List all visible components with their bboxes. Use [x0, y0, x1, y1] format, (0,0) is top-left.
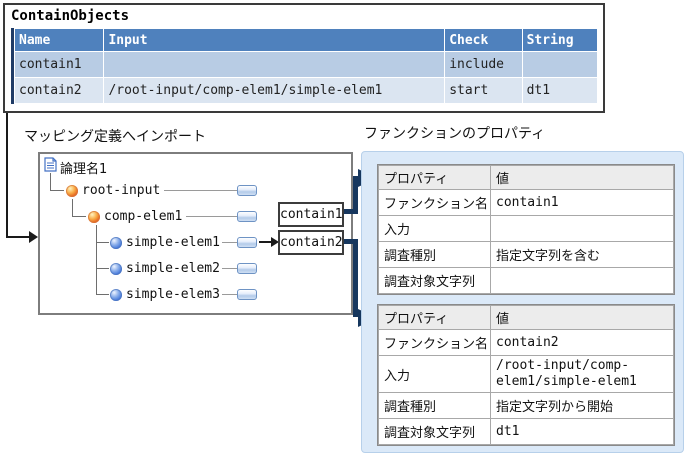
node-handle-line [222, 294, 237, 295]
property-value [490, 267, 674, 294]
tree-connector [96, 242, 109, 243]
property-row: 入力 /root-input/comp-elem1/simple-elem1 [378, 355, 674, 393]
property-name: 調査種別 [378, 241, 491, 268]
tree-node-simple-elem3: simple-elem3 [126, 287, 220, 302]
mapping-handle-icon [237, 289, 257, 300]
property-name: ファンクション名 [378, 329, 491, 356]
table-row: contain1 include [15, 52, 597, 77]
simple-element-icon [110, 237, 122, 249]
tree-connector [72, 216, 86, 217]
function-box-contain1: contain1 [278, 202, 344, 227]
mapping-handle-icon [237, 263, 257, 274]
tree-connector [50, 173, 51, 191]
property-value [490, 215, 674, 242]
column-header-name: Name [15, 29, 104, 51]
property-value: dt1 [490, 418, 674, 445]
property-table-contain2: プロパティ 値 ファンクション名 contain2 入力 /root-input… [378, 305, 674, 445]
mapping-handle-icon [237, 237, 257, 248]
property-name: ファンクション名 [378, 189, 491, 216]
column-header-string: String [522, 29, 597, 51]
connector-table-to-tree-horizontal [6, 236, 30, 238]
property-row: ファンクション名 contain2 [378, 329, 674, 356]
value-col-header: 値 [490, 305, 674, 330]
table-row: contain2 /root-input/comp-elem1/simple-e… [15, 78, 597, 103]
arrowhead-into-tree-icon [29, 231, 38, 243]
tree-node-root-input: root-input [82, 183, 161, 198]
node-handle-line [164, 190, 237, 191]
property-value: 指定文字列から開始 [490, 392, 674, 419]
column-header-check: Check [445, 29, 522, 51]
property-name: 調査対象文字列 [378, 267, 491, 294]
property-col-header: プロパティ [378, 305, 491, 330]
property-header-row: プロパティ 値 [378, 165, 674, 190]
simple-element-icon [110, 263, 122, 275]
connector-table-to-tree-vertical [6, 113, 8, 237]
property-header-row: プロパティ 値 [378, 305, 674, 330]
simple-element-icon [110, 289, 122, 301]
property-value: /root-input/comp-elem1/simple-elem1 [490, 355, 674, 393]
tree-connector [72, 199, 73, 217]
cell-check: include [445, 52, 522, 77]
value-col-header: 値 [490, 165, 674, 190]
cell-string: dt1 [522, 78, 597, 103]
table-header-row: Name Input Check String [15, 29, 597, 51]
property-name: 入力 [378, 355, 491, 393]
contain-objects-box: ContainObjects Name Input Check String c… [3, 3, 605, 113]
tree-node-simple-elem1: simple-elem1 [126, 235, 220, 250]
tree-connector [96, 225, 97, 295]
element-icon [66, 185, 78, 197]
column-header-input: Input [104, 29, 445, 51]
cell-check: start [445, 78, 522, 103]
diagram-page: ContainObjects Name Input Check String c… [0, 0, 687, 460]
tree-node-simple-elem2: simple-elem2 [126, 261, 220, 276]
property-name: 調査種別 [378, 392, 491, 419]
contain-objects-table: Name Input Check String contain1 include… [14, 28, 598, 104]
property-value: contain1 [490, 189, 674, 216]
property-name: 調査対象文字列 [378, 418, 491, 445]
mapping-import-label: マッピング定義へインポート [24, 129, 206, 145]
node-handle-line [222, 268, 237, 269]
tree-connector [96, 294, 109, 295]
contain-objects-table-wrap: Name Input Check String contain1 include… [11, 28, 598, 104]
property-col-header: プロパティ [378, 165, 491, 190]
cell-input [104, 52, 445, 77]
navy-connector-contain2-v [353, 239, 358, 317]
tree-node-comp-elem1: comp-elem1 [104, 209, 183, 224]
tree-connector [96, 268, 109, 269]
element-icon [88, 211, 100, 223]
property-row: 調査種別 指定文字列を含む [378, 241, 674, 268]
mapping-handle-icon [237, 185, 257, 196]
property-row: 調査対象文字列 [378, 267, 674, 294]
property-row: 調査対象文字列 dt1 [378, 418, 674, 445]
property-row: ファンクション名 contain1 [378, 189, 674, 216]
node-handle-line [222, 242, 237, 243]
function-box-contain2: contain2 [278, 230, 344, 255]
property-name: 入力 [378, 215, 491, 242]
document-icon [44, 157, 57, 172]
node-handle-line [186, 216, 237, 217]
cell-string [522, 52, 597, 77]
property-row: 入力 [378, 215, 674, 242]
property-value: contain2 [490, 329, 674, 356]
property-value: 指定文字列を含む [490, 241, 674, 268]
property-table-contain1: プロパティ 値 ファンクション名 contain1 入力 調査種別 指定文字列を… [378, 165, 674, 294]
tree-root-label: 論理名1 [60, 162, 108, 177]
contain-objects-title: ContainObjects [11, 8, 130, 24]
cell-input: /root-input/comp-elem1/simple-elem1 [104, 78, 445, 103]
cell-name: contain2 [15, 78, 104, 103]
tree-connector [50, 190, 64, 191]
cell-name: contain1 [15, 52, 104, 77]
mapping-handle-icon [237, 211, 257, 222]
function-properties-label: ファンクションのプロパティ [364, 126, 546, 142]
property-row: 調査種別 指定文字列から開始 [378, 392, 674, 419]
